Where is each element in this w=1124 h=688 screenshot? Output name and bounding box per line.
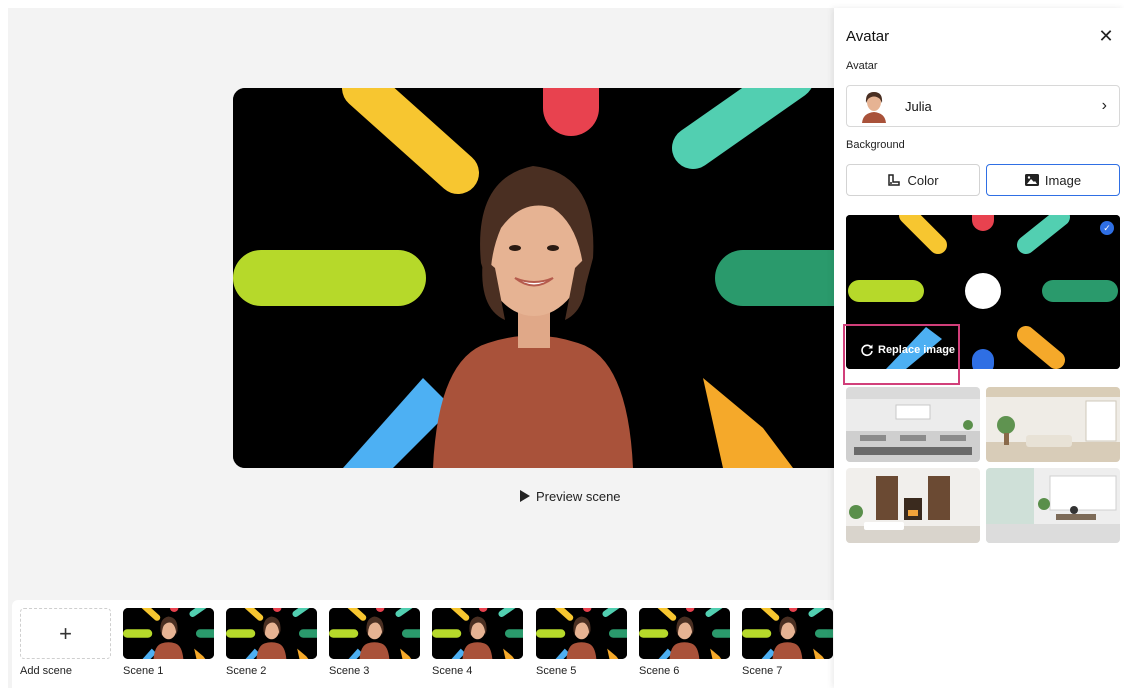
avatar-name: Julia (905, 98, 932, 114)
avatar-section-label: Avatar (846, 60, 878, 72)
scene-thumbnail (536, 608, 627, 659)
scene-label: Scene 1 (123, 665, 164, 677)
background-option-office[interactable] (986, 468, 1120, 543)
palette-icon (888, 174, 901, 186)
close-icon[interactable]: ✕ (1098, 27, 1114, 45)
plus-icon: + (59, 620, 72, 646)
scene-item[interactable]: Scene 7 (742, 608, 833, 677)
scene-canvas[interactable] (233, 88, 834, 468)
scene-label: Scene 4 (432, 665, 473, 677)
chevron-right-icon: › (1101, 97, 1107, 114)
scene-item[interactable]: Scene 2 (226, 608, 317, 677)
scene-thumbnail (639, 608, 730, 659)
avatar-panel: Avatar ✕ Avatar Julia › Background Color… (834, 8, 1124, 688)
color-label: Color (907, 172, 939, 188)
scene-label: Scene 7 (742, 665, 783, 677)
scene-thumbnail (329, 608, 420, 659)
scene-thumbnail (432, 608, 523, 659)
background-color-button[interactable]: Color (846, 164, 980, 196)
panel-title: Avatar (846, 28, 890, 45)
scene-label: Scene 5 (536, 665, 577, 677)
add-scene-button[interactable]: + (20, 608, 111, 659)
avatar (859, 89, 889, 123)
scene-item[interactable]: Scene 5 (536, 608, 627, 677)
scene-label: Scene 2 (226, 665, 267, 677)
add-scene-label: Add scene (20, 665, 72, 677)
image-icon (1024, 174, 1039, 186)
replace-image-button[interactable]: Replace image (860, 343, 955, 357)
scene-timeline: + Add scene Scene 1 Scene 2 Scene 3 Scen… (12, 600, 834, 688)
scene-thumbnail (123, 608, 214, 659)
scene-thumbnail (226, 608, 317, 659)
selected-background-preview[interactable]: ✓ Replace image (846, 215, 1120, 369)
background-option-classroom[interactable] (846, 387, 980, 462)
background-image-button[interactable]: Image (986, 164, 1120, 196)
scene-item[interactable]: Scene 1 (123, 608, 214, 677)
refresh-icon (861, 344, 873, 357)
scene-item[interactable]: Scene 3 (329, 608, 420, 677)
preview-scene-label: Preview scene (536, 488, 621, 504)
scene-background-art (233, 88, 834, 468)
replace-image-label: Replace image (878, 344, 956, 356)
image-label: Image (1044, 172, 1082, 188)
preview-scene-button[interactable]: Preview scene (520, 486, 621, 506)
background-option-living-room[interactable] (986, 387, 1120, 462)
scene-label: Scene 6 (639, 665, 680, 677)
scene-label: Scene 3 (329, 665, 370, 677)
play-icon (520, 490, 530, 502)
check-icon: ✓ (1100, 221, 1114, 235)
background-section-label: Background (846, 139, 905, 151)
scene-item[interactable]: Scene 4 (432, 608, 523, 677)
scene-item[interactable]: Scene 6 (639, 608, 730, 677)
background-option-library[interactable] (846, 468, 980, 543)
scene-thumbnail (742, 608, 833, 659)
avatar-selector[interactable]: Julia › (846, 85, 1120, 127)
